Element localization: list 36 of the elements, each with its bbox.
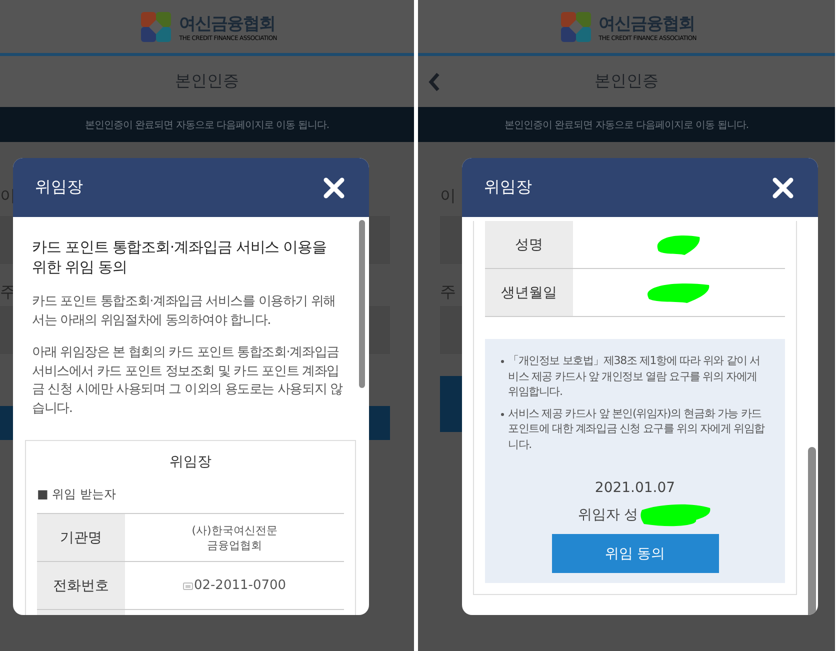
modal-title: 위임장 — [484, 177, 532, 198]
scrollbar-thumb[interactable] — [359, 220, 365, 388]
modal-title: 위임장 — [35, 177, 83, 198]
scrollbar-thumb[interactable] — [808, 447, 816, 615]
logo-icon — [141, 12, 172, 42]
logo-name: 여신금융협회 — [598, 12, 696, 34]
bullet-icon — [501, 412, 504, 416]
logo-icon — [560, 12, 591, 42]
phone-icon — [182, 582, 193, 590]
date-text: 2021.01.07 — [594, 480, 676, 496]
label-cell: 기관명 — [37, 514, 125, 561]
section-label: ■ 위임 받는자 — [37, 486, 117, 503]
agree-button[interactable]: 위임 동의 — [552, 534, 718, 573]
label-cell: 성명 — [485, 221, 573, 268]
back-icon[interactable] — [428, 72, 440, 92]
redaction-mark — [657, 232, 701, 256]
notice-item: 서비스 제공 카드사 앞 본인(위임자)의 현금화 가능 카드 포인트에 대한 계좌입금 신청 요구를 위의 자에게 위임합니다. — [508, 406, 766, 452]
banner-text: 본인인증이 완료되면 자동으로 다음페이지로 이동 됩니다. — [84, 118, 330, 132]
label-cell: 전화번호 — [37, 562, 125, 609]
label-cell: 생년월일 — [485, 269, 573, 316]
value-text: (사)한국여신전문 금융업협회 — [192, 522, 278, 552]
phone-number: 02-2011-0700 — [194, 578, 286, 593]
redaction-mark — [647, 280, 711, 304]
notice-item: 「개인정보 보호법」제38조 제1항에 따라 위와 같이 서비스 제공 카드사 앞 개인정보 열람 요구를 위의 자에게 위임합니다. — [508, 353, 761, 400]
signer-label: 위임자 성 — [578, 506, 638, 524]
close-icon[interactable] — [772, 176, 794, 198]
banner-text: 본인인증이 완료되면 자동으로 다음페이지로 이동 됩니다. — [504, 118, 749, 132]
logo-name: 여신금융협회 — [179, 12, 276, 34]
page-title: 본인인증 — [594, 71, 658, 92]
consent-paragraph: 카드 포인트 통합조회·계좌입금 서비스를 이용하기 위해서는 아래의 위임절차에 동의하여야 합니다. — [32, 293, 336, 330]
consent-heading: 카드 포인트 통합조회·계좌입금 서비스 이용을 위한 위임 동의 — [32, 237, 328, 277]
letter-title: 위임장 — [168, 453, 212, 471]
page-title: 본인인증 — [175, 71, 239, 92]
close-icon[interactable] — [323, 176, 345, 198]
bullet-icon — [501, 360, 504, 363]
consent-paragraph: 아래 위임장은 본 협회의 카드 포인트 통합조회·계좌입금 서비스에서 카드 포인트 정보조회 및 카드 포인트 계좌입금 신청 시에만 사용되며 그 이외의 용도로는 사용되지 않습니다. — [32, 344, 344, 418]
